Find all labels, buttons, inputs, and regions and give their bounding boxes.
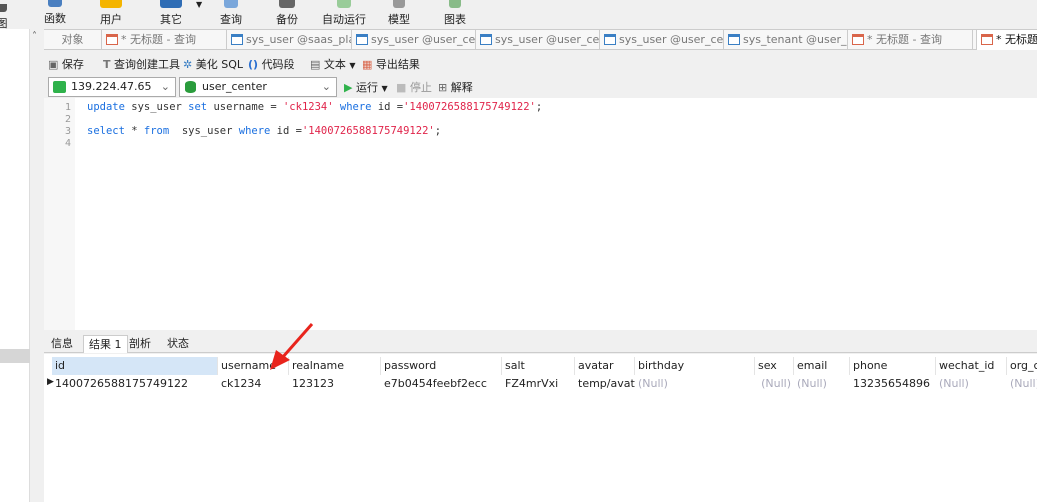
chevron-down-icon: ⌄ <box>160 80 170 93</box>
column-header-avatar[interactable]: avatar <box>575 357 635 375</box>
dropdown-arrow-icon[interactable]: ▼ <box>349 61 355 70</box>
tab-sys-user-2[interactable]: sys_user @user_cent... <box>352 30 476 50</box>
beautify-sql-button[interactable]: ✲ 美化 SQL <box>183 56 243 72</box>
cell-birthday[interactable]: (Null) <box>635 375 755 392</box>
table-icon <box>356 34 368 45</box>
query-icon <box>852 34 864 45</box>
annotation-arrow <box>270 323 314 370</box>
result-grid[interactable]: id username realname password salt avatar birt… <box>44 354 1037 502</box>
object-navigator[interactable] <box>0 29 30 502</box>
stop-icon: ■ <box>396 81 407 94</box>
text-button[interactable]: ▤ 文本 ▼ <box>310 56 356 72</box>
tab-query-active[interactable]: * 无标题 - <box>976 30 1037 50</box>
column-header-sex[interactable]: sex <box>755 357 794 375</box>
line-number: 4 <box>64 138 71 149</box>
column-header-phone[interactable]: phone <box>850 357 936 375</box>
cell-sex[interactable]: (Null) <box>755 375 794 392</box>
sql-editor[interactable]: 1 2 3 4 update sys_user set username = '… <box>44 98 1037 330</box>
tab-query-2[interactable]: * 无标题 - 查询 <box>848 30 973 50</box>
code-line-3: select * from sys_user where id ='140072… <box>87 125 442 137</box>
connection-icon <box>53 81 66 93</box>
save-icon: ▣ <box>48 58 59 71</box>
toolbar-functions[interactable]: 函数 <box>40 0 70 26</box>
line-gutter: 1 2 3 4 <box>44 98 75 330</box>
cell-username[interactable]: ck1234 <box>218 375 289 392</box>
dropdown-arrow-icon[interactable]: ▼ <box>196 0 202 9</box>
tab-status[interactable]: 状态 <box>162 335 194 353</box>
connection-select[interactable]: 139.224.47.65 ⌄ <box>48 77 176 97</box>
toolbar-item-0[interactable]: 图 <box>0 4 12 31</box>
cell-id[interactable]: 1400726588175749122 <box>52 375 218 392</box>
toolbar-other[interactable]: 其它 <box>156 0 186 27</box>
result-tabs: 信息 结果 1 剖析 状态 <box>44 333 1037 353</box>
tab-bar: 对象 * 无标题 - 查询 sys_user @saas_plat... sys… <box>44 29 1037 50</box>
snippet-button[interactable]: () 代码段 <box>248 56 295 72</box>
explain-button[interactable]: ⊞ 解释 <box>438 79 473 95</box>
tab-sys-user-saas[interactable]: sys_user @saas_plat... <box>227 30 352 50</box>
database-select[interactable]: user_center ⌄ <box>179 77 337 97</box>
table-edit-icon <box>480 34 492 45</box>
play-icon: ▶ <box>344 81 353 94</box>
tab-result-1[interactable]: 结果 1 <box>83 335 128 353</box>
code-line-1: update sys_user set username = 'ck1234' … <box>87 101 543 113</box>
line-number: 2 <box>64 114 71 125</box>
toolbar-chart[interactable]: 图表 <box>440 0 470 27</box>
query-builder-button[interactable]: T 查询创建工具 <box>103 56 180 72</box>
table-icon <box>231 34 243 45</box>
toolbar-backup[interactable]: 备份 <box>272 0 302 27</box>
dropdown-arrow-icon[interactable]: ▼ <box>381 84 387 93</box>
toolbar-query[interactable]: 查询 <box>216 0 246 27</box>
toolbar-model[interactable]: 模型 <box>384 0 414 27</box>
tab-profile[interactable]: 剖析 <box>124 335 156 353</box>
column-header-email[interactable]: email <box>794 357 850 375</box>
tab-sys-user-3[interactable]: sys_user @user_cent... <box>476 30 600 50</box>
export-icon: ▦ <box>362 58 373 71</box>
braces-icon: () <box>248 58 259 71</box>
column-header-wechat_id[interactable]: wechat_id <box>936 357 1007 375</box>
stop-button[interactable]: ■ 停止 <box>396 79 432 95</box>
line-number: 3 <box>64 126 71 137</box>
hammer-icon: T <box>103 58 111 71</box>
magic-wand-icon: ✲ <box>183 58 193 71</box>
line-number: 1 <box>64 102 71 113</box>
tab-objects[interactable]: 对象 <box>44 30 102 50</box>
table-icon <box>728 34 740 45</box>
cell-password[interactable]: e7b0454feebf2ecc <box>381 375 502 392</box>
toolbar-automation[interactable]: 自动运行 <box>322 0 366 27</box>
cell-realname[interactable]: 123123 <box>289 375 381 392</box>
export-results-button[interactable]: ▦ 导出结果 <box>362 56 420 72</box>
document-icon: ▤ <box>310 58 321 71</box>
tab-info[interactable]: 信息 <box>46 335 78 353</box>
table-icon <box>604 34 616 45</box>
cell-email[interactable]: (Null) <box>794 375 850 392</box>
column-header-org_c[interactable]: org_c <box>1007 357 1037 375</box>
cell-phone[interactable]: 13235654896 <box>850 375 936 392</box>
run-button[interactable]: ▶ 运行 ▼ <box>344 79 388 95</box>
cell-avatar[interactable]: temp/avatar <box>575 375 635 392</box>
column-header-birthday[interactable]: birthday <box>635 357 755 375</box>
column-header-password[interactable]: password <box>381 357 502 375</box>
query-icon <box>106 34 118 45</box>
column-header-id[interactable]: id <box>52 357 218 375</box>
save-button[interactable]: ▣ 保存 <box>48 56 84 72</box>
toolbar-users[interactable]: 用户 <box>96 0 126 27</box>
query-icon <box>981 34 993 45</box>
chevron-down-icon: ⌄ <box>321 80 331 93</box>
cell-salt[interactable]: FZ4mrVxi <box>502 375 575 392</box>
tab-sys-user-4[interactable]: sys_user @user_cent... <box>600 30 724 50</box>
tab-sys-tenant[interactable]: sys_tenant @user_ce... <box>724 30 848 50</box>
column-header-salt[interactable]: salt <box>502 357 575 375</box>
main-toolbar: 图 函数 用户 其它 ▼ 查询 备份 自动运行 模型 图表 <box>0 0 1037 31</box>
pane-splitter[interactable]: ˄ <box>30 29 43 502</box>
cell-org_c[interactable]: (Null) <box>1007 375 1037 392</box>
selected-navigator-item[interactable] <box>0 349 30 363</box>
tab-query-1[interactable]: * 无标题 - 查询 <box>102 30 227 50</box>
database-icon <box>185 81 196 93</box>
explain-icon: ⊞ <box>438 81 448 94</box>
collapse-icon[interactable]: ˄ <box>32 31 37 42</box>
cell-wechat_id[interactable]: (Null) <box>936 375 1007 392</box>
